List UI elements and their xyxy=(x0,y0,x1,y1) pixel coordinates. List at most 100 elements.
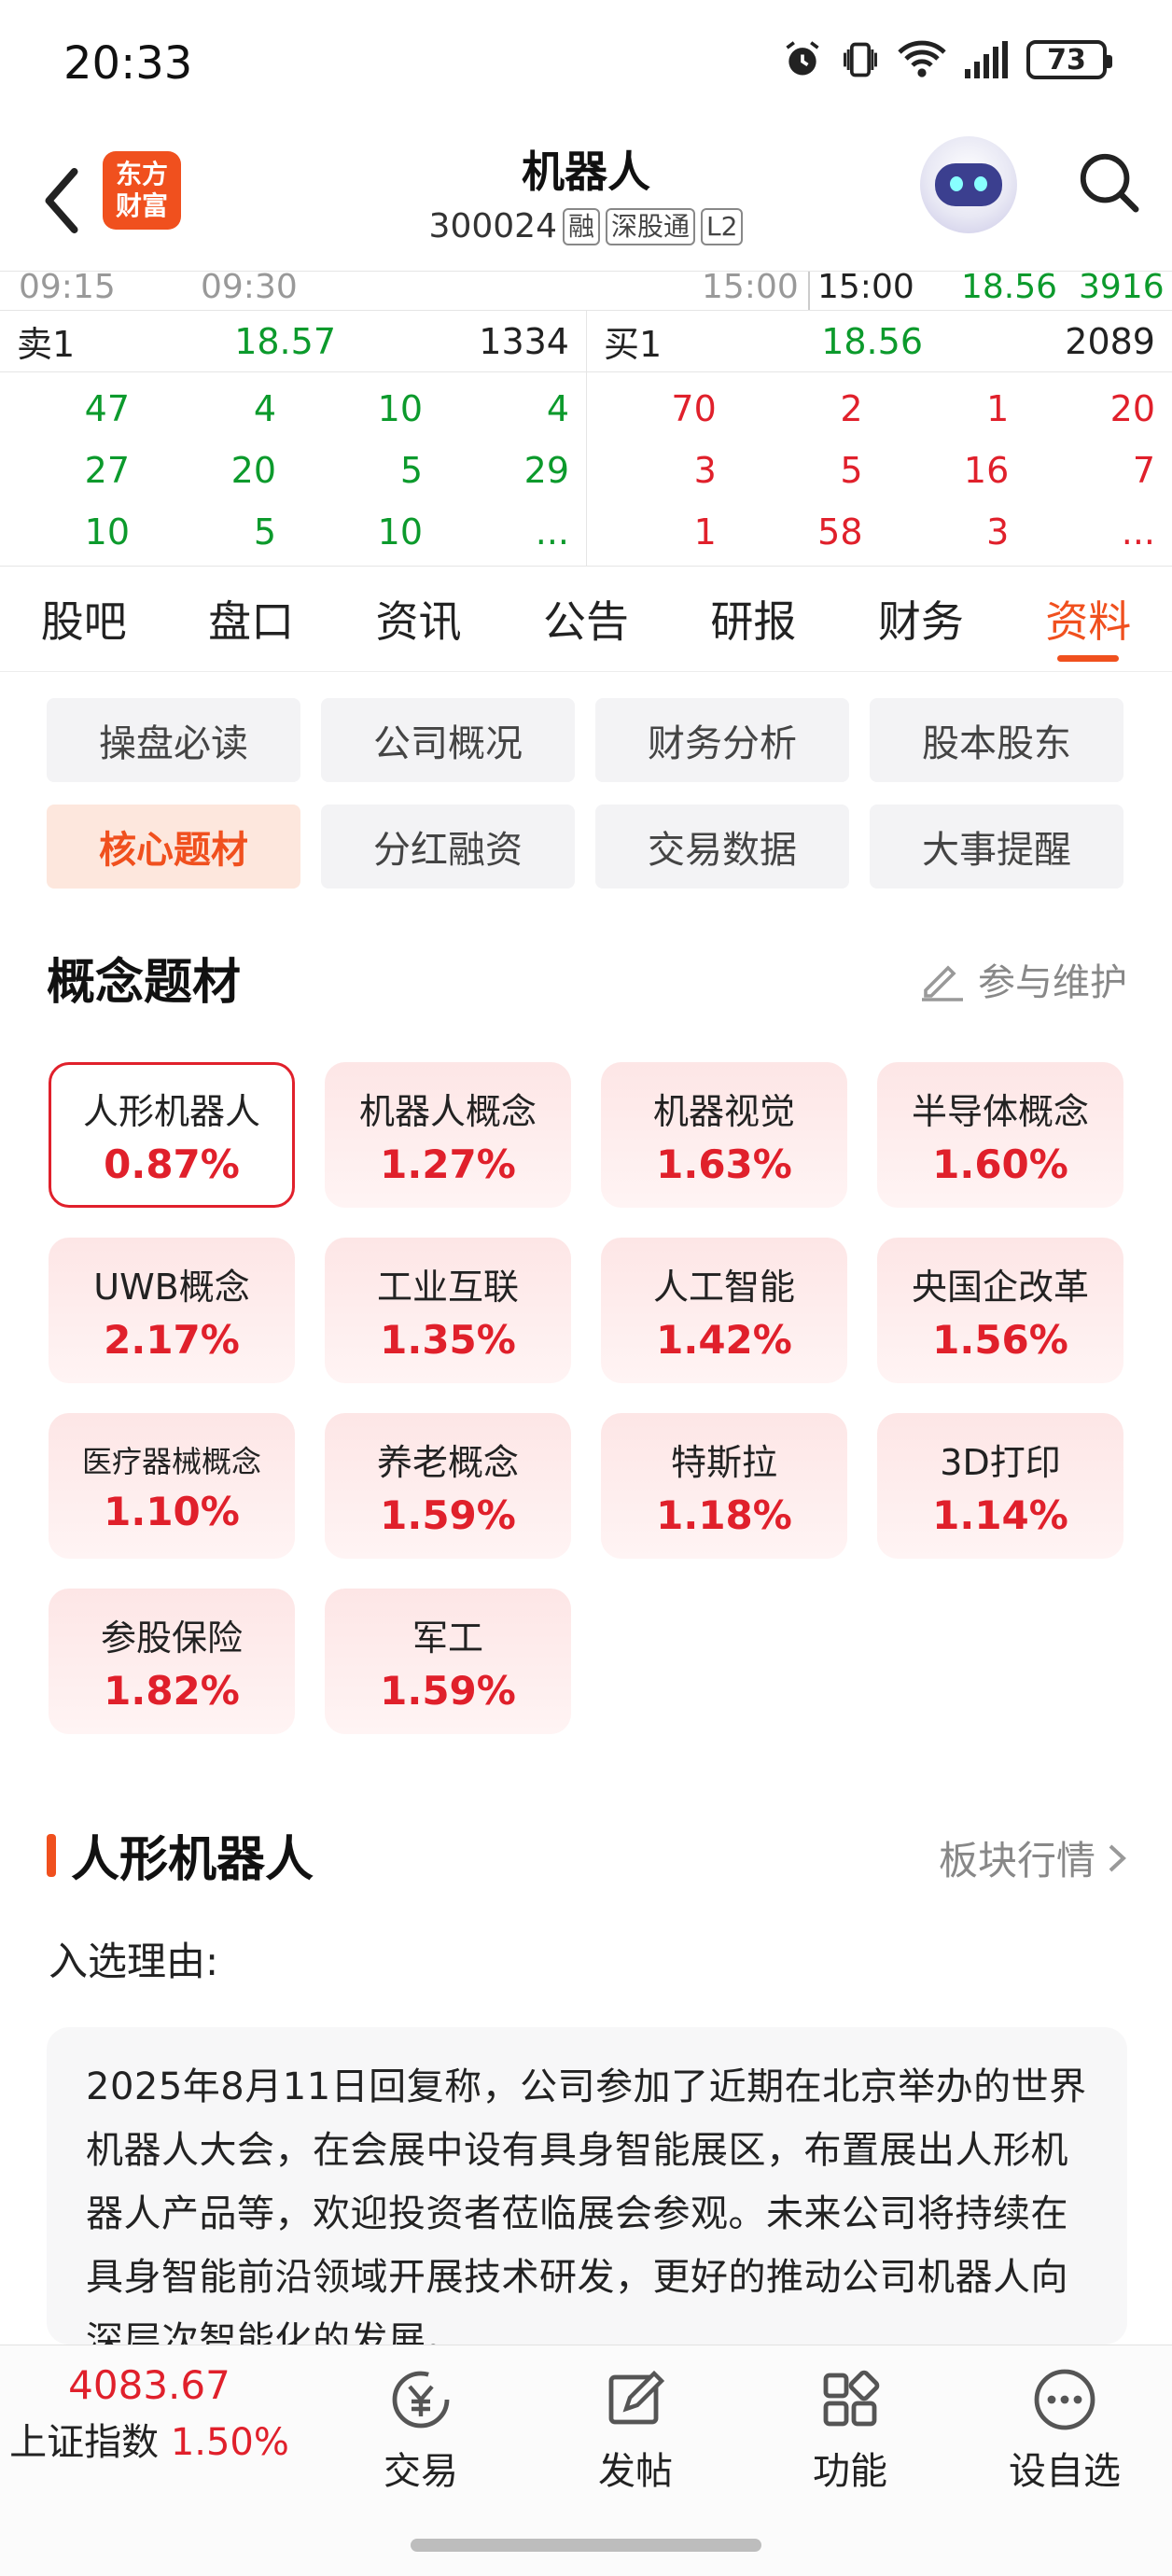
concept-change: 2.17% xyxy=(104,1317,240,1363)
concept-name: 养老概念 xyxy=(376,1442,519,1483)
index-label: 上证指数 1.50% xyxy=(0,2412,299,2466)
concept-section-title: 概念题材 xyxy=(47,955,242,1011)
buy-queue: 70 2 1 20 3 5 16 7 1 58 3 ... xyxy=(587,372,1172,563)
submenu-shareholders[interactable]: 股本股东 xyxy=(870,698,1123,782)
concept-card[interactable]: 机器人概念 1.27% xyxy=(325,1062,571,1208)
queue-cell: 5 xyxy=(253,511,276,553)
concept-change: 1.82% xyxy=(104,1668,240,1714)
concept-card[interactable]: 参股保险 1.82% xyxy=(49,1589,295,1734)
concept-card[interactable]: 医疗器械概念 1.10% xyxy=(49,1413,295,1559)
concept-card[interactable]: 央国企改革 1.56% xyxy=(877,1238,1123,1383)
submenu-trading-guide[interactable]: 操盘必读 xyxy=(47,698,300,782)
status-time: 20:33 xyxy=(63,37,193,90)
queue-cell: 20 xyxy=(1109,388,1155,429)
tab-pankou[interactable]: 盘口 xyxy=(167,567,334,671)
concept-card[interactable]: 养老概念 1.59% xyxy=(325,1413,571,1559)
tab-research[interactable]: 研报 xyxy=(670,567,837,671)
sell-side: 卖1 18.57 1334 47 4 10 4 27 20 5 29 10 5 … xyxy=(0,311,586,567)
concept-change: 1.27% xyxy=(380,1141,516,1187)
concept-name: 半导体概念 xyxy=(911,1091,1089,1132)
queue-cell: 3 xyxy=(986,511,1010,553)
concept-card[interactable]: 3D打印 1.14% xyxy=(877,1413,1123,1559)
nav-trade-label: 交易 xyxy=(384,2450,458,2493)
sell-queue: 47 4 10 4 27 20 5 29 10 5 10 ... xyxy=(0,372,586,563)
submenu-events[interactable]: 大事提醒 xyxy=(870,805,1123,889)
concept-card[interactable]: 机器视觉 1.63% xyxy=(601,1062,847,1208)
last-trade-price: 18.56 xyxy=(961,272,1058,306)
submenu-core-themes[interactable]: 核心题材 xyxy=(47,805,300,889)
grid-apps-icon xyxy=(823,2370,880,2427)
concept-name: 工业互联 xyxy=(376,1267,519,1308)
robot-face-icon xyxy=(935,163,1002,206)
edit-icon xyxy=(922,965,963,1001)
tab-finance[interactable]: 财务 xyxy=(837,567,1004,671)
queue-cell: 58 xyxy=(817,511,863,553)
index-change: 1.50% xyxy=(170,2421,289,2464)
sell-1-row: 卖1 18.57 1334 xyxy=(0,311,586,372)
concept-grid: 人形机器人 0.87% 机器人概念 1.27% 机器视觉 1.63% 半导体概念 1.6… xyxy=(49,1062,1123,1734)
queue-cell: 10 xyxy=(377,511,423,553)
concept-card[interactable]: 军工 1.59% xyxy=(325,1589,571,1734)
order-book: 09:15 09:30 15:00 15:00 18.56 3916 卖1 18… xyxy=(0,271,1172,567)
concept-change: 1.14% xyxy=(932,1492,1068,1538)
nav-functions[interactable]: 功能 xyxy=(771,2364,929,2495)
concept-change: 1.59% xyxy=(380,1492,516,1538)
search-icon xyxy=(1080,153,1139,213)
concept-card[interactable]: 特斯拉 1.18% xyxy=(601,1413,847,1559)
margin-tag: 融 xyxy=(562,207,600,245)
concept-card[interactable]: 半导体概念 1.60% xyxy=(877,1062,1123,1208)
detail-heading: 人形机器人 xyxy=(47,1820,314,1890)
status-bar: 20:33 73 xyxy=(0,0,1172,131)
tab-guba[interactable]: 股吧 xyxy=(0,567,167,671)
queue-cell: 47 xyxy=(84,388,130,429)
reason-label: 入选理由: xyxy=(49,1939,219,1984)
tab-announcements[interactable]: 公告 xyxy=(502,567,669,671)
tab-news[interactable]: 资讯 xyxy=(335,567,502,671)
chevron-right-icon xyxy=(1109,1844,1126,1871)
time-label: 09:15 xyxy=(19,272,116,306)
queue-cell: 5 xyxy=(840,450,863,491)
stock-header: 东方 财富 机器人 300024 融 深股通 L2 xyxy=(0,131,1172,271)
buy-1-label: 买1 xyxy=(604,324,663,365)
alarm-icon xyxy=(786,41,819,76)
queue-cell: 4 xyxy=(546,388,569,429)
robot-assistant-avatar[interactable] xyxy=(920,136,1017,233)
concept-card[interactable]: 工业互联 1.35% xyxy=(325,1238,571,1383)
index-ticker[interactable]: 4083.67 上证指数 1.50% xyxy=(0,2362,299,2466)
maintain-button[interactable]: 参与维护 xyxy=(918,952,1127,1006)
concept-name: 参股保险 xyxy=(100,1617,243,1659)
index-name: 上证指数 xyxy=(9,2421,160,2464)
concept-change: 0.87% xyxy=(104,1141,240,1187)
board-quote-link[interactable]: 板块行情 xyxy=(939,1829,1127,1886)
nav-post[interactable]: 发帖 xyxy=(556,2364,715,2495)
tab-profile[interactable]: 资料 xyxy=(1005,567,1172,671)
queue-cell: 1 xyxy=(693,511,717,553)
search-button[interactable] xyxy=(1071,140,1146,224)
buy-1-row: 买1 18.56 2089 xyxy=(587,311,1172,372)
maintain-label: 参与维护 xyxy=(978,961,1127,1004)
concept-change: 1.18% xyxy=(656,1492,792,1538)
concept-change: 1.42% xyxy=(656,1317,792,1363)
buy-side: 买1 18.56 2089 70 2 1 20 3 5 16 7 1 58 3 … xyxy=(586,311,1172,567)
concept-name: 机器人概念 xyxy=(358,1091,537,1132)
nav-trade[interactable]: 交易 xyxy=(342,2364,500,2495)
reason-text: 2025年8月11日回复称，公司参加了近期在北京举办的世界机器人大会，在会展中设… xyxy=(86,2065,1087,2345)
intraday-time-axis: 09:15 09:30 15:00 15:00 18.56 3916 xyxy=(0,272,1172,311)
concept-card[interactable]: 人形机器人 0.87% xyxy=(49,1062,295,1208)
queue-cell: 20 xyxy=(230,450,276,491)
submenu-dividends[interactable]: 分红融资 xyxy=(321,805,575,889)
concept-card[interactable]: UWB概念 2.17% xyxy=(49,1238,295,1383)
concept-card[interactable]: 人工智能 1.42% xyxy=(601,1238,847,1383)
concept-name: 人工智能 xyxy=(652,1267,795,1308)
submenu-financial-analysis[interactable]: 财务分析 xyxy=(595,698,849,782)
time-label: 09:30 xyxy=(201,272,298,306)
board-link-label: 板块行情 xyxy=(938,1838,1095,1883)
submenu-company-overview[interactable]: 公司概况 xyxy=(321,698,575,782)
concept-name: 医疗器械概念 xyxy=(81,1443,261,1479)
submenu-trading-data[interactable]: 交易数据 xyxy=(595,805,849,889)
home-indicator[interactable] xyxy=(411,2539,761,2552)
profile-submenu: 操盘必读 公司概况 财务分析 股本股东 核心题材 分红融资 交易数据 大事提醒 xyxy=(47,698,1129,889)
nav-add-watchlist[interactable]: 设自选 xyxy=(985,2364,1144,2495)
concept-name: 人形机器人 xyxy=(82,1091,260,1132)
queue-cell: 27 xyxy=(84,450,130,491)
